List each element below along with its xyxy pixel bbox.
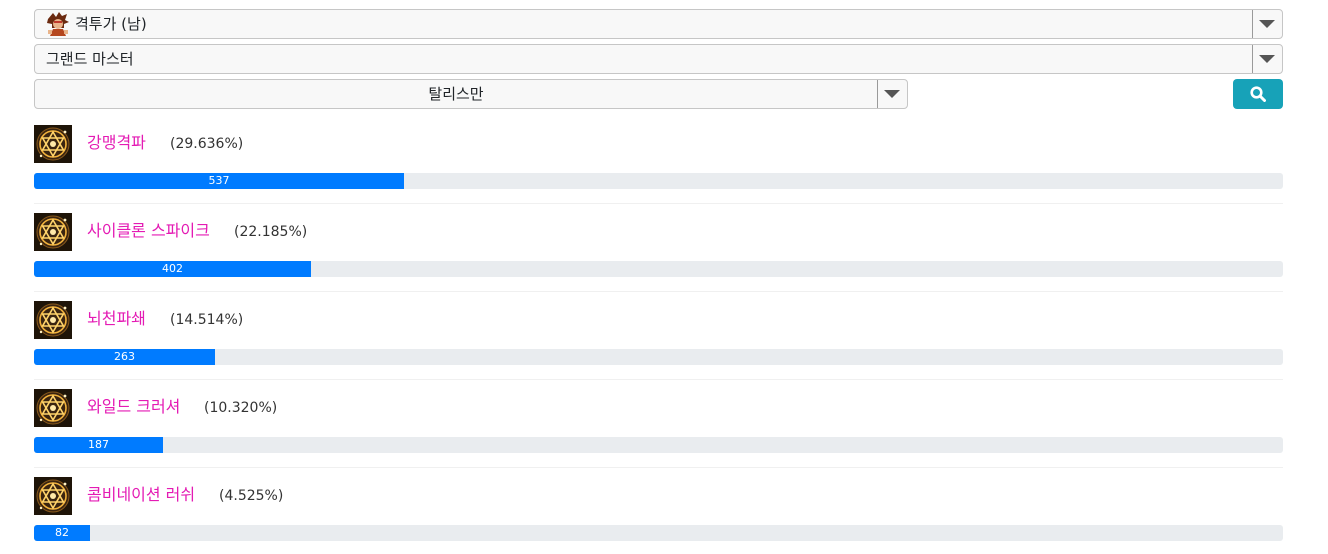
fighter-male-avatar-icon xyxy=(47,12,69,36)
skill-percent: (4.525%) xyxy=(219,488,284,504)
character-select-value: 격투가 (남) xyxy=(75,15,147,33)
skill-row-1: 강맹격파 (29.636%) 537 xyxy=(34,125,1283,213)
skill-percent: (29.636%) xyxy=(170,136,244,152)
skill-percent: (22.185%) xyxy=(234,224,308,240)
page: 격투가 (남) 그랜드 마스터 탈리스만 강맹격파 (29.636%) 537 … xyxy=(0,0,1328,554)
chevron-down-icon[interactable] xyxy=(1252,45,1282,73)
skill-name: 뇌천파쇄 xyxy=(87,309,146,328)
skill-usage-bar-fill: 263 xyxy=(34,349,215,365)
skill-usage-bar: 263 xyxy=(34,349,1283,365)
skill-percent: (14.514%) xyxy=(170,312,244,328)
row-divider xyxy=(34,467,1283,468)
talisman-star-icon xyxy=(34,301,72,339)
skill-row-4: 와일드 크러셔 (10.320%) 187 xyxy=(34,389,1283,477)
skill-row-2: 사이클론 스파이크 (22.185%) 402 xyxy=(34,213,1283,301)
skill-usage-bar: 187 xyxy=(34,437,1283,453)
search-button[interactable] xyxy=(1233,79,1283,109)
skill-percent: (10.320%) xyxy=(204,400,278,416)
skill-usage-bar: 82 xyxy=(34,525,1283,541)
advancement-select[interactable]: 그랜드 마스터 xyxy=(34,44,1283,74)
skill-usage-bar: 537 xyxy=(34,173,1283,189)
skill-name: 사이클론 스파이크 xyxy=(87,221,210,240)
skill-row-3: 뇌천파쇄 (14.514%) 263 xyxy=(34,301,1283,389)
skill-usage-bar: 402 xyxy=(34,261,1283,277)
row-divider xyxy=(34,203,1283,204)
item-type-select-value: 탈리스만 xyxy=(428,85,484,103)
row-divider xyxy=(34,291,1283,292)
talisman-star-icon xyxy=(34,477,72,515)
skill-usage-bar-fill: 187 xyxy=(34,437,163,453)
item-type-select[interactable]: 탈리스만 xyxy=(34,79,908,109)
skill-row-5: 콤비네이션 러쉬 (4.525%) 82 xyxy=(34,477,1283,554)
skill-usage-bar-fill: 402 xyxy=(34,261,311,277)
advancement-select-value: 그랜드 마스터 xyxy=(46,50,134,68)
skill-usage-bar-fill: 537 xyxy=(34,173,404,189)
chevron-down-icon[interactable] xyxy=(877,80,907,108)
skill-name: 콤비네이션 러쉬 xyxy=(87,485,196,504)
talisman-star-icon xyxy=(34,125,72,163)
chevron-down-icon[interactable] xyxy=(1252,10,1282,38)
character-select[interactable]: 격투가 (남) xyxy=(34,9,1283,39)
search-icon xyxy=(1250,86,1266,102)
talisman-star-icon xyxy=(34,389,72,427)
skill-usage-bar-fill: 82 xyxy=(34,525,90,541)
skill-name: 강맹격파 xyxy=(87,133,146,152)
row-divider xyxy=(34,379,1283,380)
skill-name: 와일드 크러셔 xyxy=(87,397,181,416)
talisman-star-icon xyxy=(34,213,72,251)
